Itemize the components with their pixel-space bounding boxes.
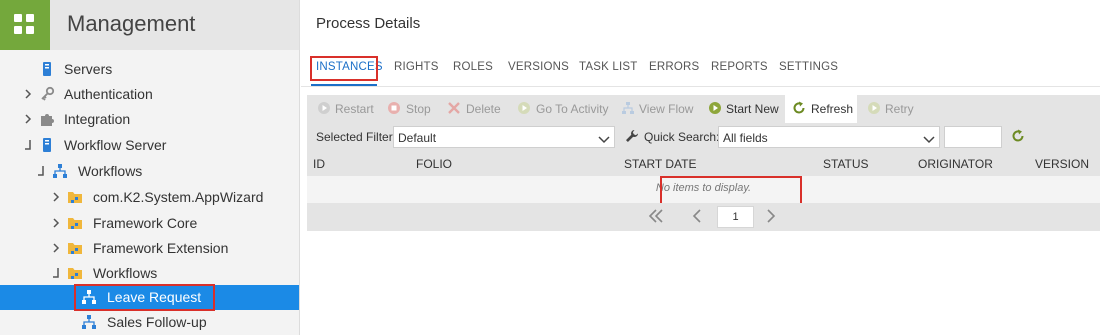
- main-panel: Process Details INSTANCES RIGHTS ROLES V…: [301, 0, 1100, 335]
- quick-search-field-dropdown[interactable]: All fields: [718, 126, 940, 148]
- chevron-down-icon: [598, 133, 610, 144]
- page-number-input[interactable]: 1: [717, 206, 754, 228]
- chevron-right-icon[interactable]: [22, 112, 34, 126]
- tree-item-label: Workflows: [78, 163, 143, 179]
- previous-page-icon[interactable]: [691, 206, 703, 228]
- tab-versions[interactable]: VERSIONS: [508, 61, 569, 73]
- empty-highlight-box: [660, 176, 802, 205]
- workflow-icon: [621, 101, 635, 115]
- tree-item-sales-follow-up[interactable]: Sales Follow-up: [0, 310, 299, 335]
- tree-item-label: Workflows: [93, 265, 158, 281]
- tree-item-label: Framework Core: [93, 215, 198, 231]
- filter-bar: Selected Filter: Default Quick Search: A…: [307, 123, 1100, 151]
- chevron-right-icon[interactable]: [50, 190, 62, 204]
- active-tab-indicator: [311, 84, 377, 86]
- tree-item-label: Framework Extension: [93, 240, 229, 256]
- collapse-icon[interactable]: [50, 266, 62, 280]
- column-header-version[interactable]: VERSION: [1035, 157, 1089, 171]
- tree-item-framework-extension[interactable]: Framework Extension: [0, 236, 299, 261]
- key-icon: [39, 86, 55, 102]
- tree-item-label: Workflow Server: [64, 137, 167, 153]
- page-title: Process Details: [316, 15, 421, 32]
- tab-highlight-box: [310, 56, 378, 81]
- quick-search-label: Quick Search:: [644, 130, 720, 144]
- play-icon: [708, 101, 722, 115]
- tab-rights[interactable]: RIGHTS: [394, 61, 439, 73]
- refresh-icon: [792, 101, 806, 115]
- wrench-icon: [625, 129, 639, 146]
- play-icon: [517, 101, 531, 115]
- folder-icon: [67, 189, 83, 205]
- chevron-right-icon[interactable]: [50, 216, 62, 230]
- tree-item-label: Integration: [64, 111, 131, 127]
- retry-button[interactable]: Retry: [867, 95, 917, 123]
- selection-highlight-box: [74, 284, 215, 311]
- tree-item-framework-core[interactable]: Framework Core: [0, 211, 299, 236]
- chevron-right-icon[interactable]: [22, 87, 34, 101]
- tree-item-workflows[interactable]: Workflows: [0, 159, 299, 184]
- tree-item-label: Authentication: [64, 86, 153, 102]
- go-to-activity-button[interactable]: Go To Activity: [515, 95, 608, 123]
- tree-item-workflow-server[interactable]: Workflow Server: [0, 133, 299, 158]
- folder-icon: [67, 240, 83, 256]
- tree-item-label: Sales Follow-up: [107, 314, 207, 330]
- chevron-right-icon[interactable]: [50, 241, 62, 255]
- column-header-start-date[interactable]: START DATE: [624, 157, 696, 171]
- quick-search-input[interactable]: [944, 126, 1002, 148]
- tree-item-label: com.K2.System.AppWizard: [93, 189, 264, 205]
- workflow-icon: [52, 163, 68, 179]
- refresh-button[interactable]: Refresh: [785, 95, 857, 123]
- workflow-icon: [81, 314, 97, 330]
- next-page-icon[interactable]: [765, 206, 777, 228]
- puzzle-icon: [39, 111, 55, 127]
- collapse-icon[interactable]: [35, 164, 47, 178]
- sidebar: Management Servers Authentication Integr…: [0, 0, 300, 335]
- sidebar-title: Management: [67, 11, 196, 36]
- delete-button[interactable]: Delete: [445, 95, 505, 123]
- tab-bar: INSTANCES RIGHTS ROLES VERSIONS TASK LIS…: [301, 57, 1100, 87]
- tab-task-list[interactable]: TASK LIST: [579, 61, 637, 73]
- stop-icon: [387, 101, 401, 115]
- play-icon: [867, 101, 881, 115]
- start-new-button[interactable]: Start New: [707, 95, 779, 123]
- chevron-down-icon: [923, 133, 935, 144]
- selected-filter-label: Selected Filter:: [316, 130, 397, 144]
- pager: 1: [307, 203, 1100, 231]
- tree-item-label: Servers: [64, 61, 113, 77]
- play-icon: [317, 101, 331, 115]
- view-flow-button[interactable]: View Flow: [619, 95, 693, 123]
- folder-icon: [67, 215, 83, 231]
- tab-reports[interactable]: REPORTS: [711, 61, 768, 73]
- collapse-icon[interactable]: [22, 138, 34, 152]
- close-icon: [447, 101, 461, 115]
- table-header: ID FOLIO START DATE STATUS ORIGINATOR VE…: [307, 151, 1100, 176]
- tree-item-authentication[interactable]: Authentication: [0, 82, 299, 107]
- tree-item-appwizard[interactable]: com.K2.System.AppWizard: [0, 185, 299, 210]
- tree-item-servers[interactable]: Servers: [0, 57, 299, 82]
- column-header-folio[interactable]: FOLIO: [416, 157, 452, 171]
- tree-item-workflows-folder[interactable]: Workflows: [0, 261, 299, 286]
- tab-roles[interactable]: ROLES: [453, 61, 493, 73]
- sidebar-header: Management: [0, 0, 299, 50]
- column-header-status[interactable]: STATUS: [823, 157, 869, 171]
- server-icon: [39, 61, 55, 77]
- toolbar: Restart Stop Delete Go To Activity View …: [307, 95, 1100, 123]
- tree-item-integration[interactable]: Integration: [0, 107, 299, 132]
- apps-grid-icon[interactable]: [0, 0, 50, 50]
- selected-filter-dropdown[interactable]: Default: [393, 126, 615, 148]
- stop-button[interactable]: Stop: [387, 95, 435, 123]
- restart-button[interactable]: Restart: [317, 95, 377, 123]
- tab-errors[interactable]: ERRORS: [649, 61, 699, 73]
- server-icon: [39, 137, 55, 153]
- first-page-icon[interactable]: [647, 206, 665, 228]
- tab-settings[interactable]: SETTINGS: [779, 61, 838, 73]
- folder-icon: [67, 265, 83, 281]
- refresh-icon[interactable]: [1011, 129, 1025, 146]
- column-header-originator[interactable]: ORIGINATOR: [918, 157, 993, 171]
- column-header-id[interactable]: ID: [313, 157, 325, 171]
